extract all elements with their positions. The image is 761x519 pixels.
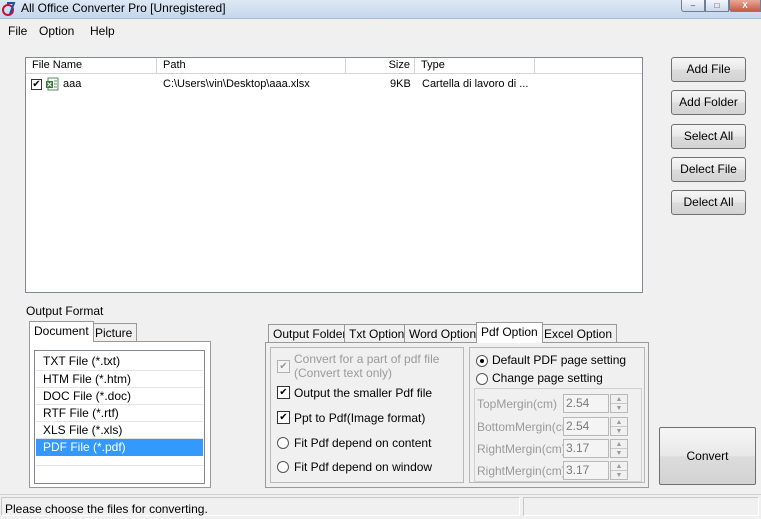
minimize-button[interactable]: – [681, 0, 705, 12]
change-page-radio[interactable] [476, 373, 488, 385]
bottom-margin-label: BottomMergin(cm) [477, 420, 576, 434]
delete-all-button[interactable]: Delect All [671, 190, 746, 215]
part-convert-label: Convert for a part of pdf file [294, 352, 440, 366]
column-header-type[interactable]: Type [415, 58, 535, 74]
minimize-icon: – [690, 1, 696, 10]
status-panel-main: Please choose the files for converting. [1, 497, 520, 516]
bottom-margin-input[interactable]: 2.54 [563, 417, 609, 436]
spin-down-icon[interactable]: ▼ [611, 404, 627, 413]
part-convert-sublabel: (Convert text only) [294, 366, 393, 380]
tab-excel-option[interactable]: Excel Option [539, 324, 618, 343]
fit-content-radio[interactable] [277, 437, 289, 449]
left-margin-input[interactable]: 3.17 [563, 461, 609, 480]
format-list[interactable]: TXT File (*.txt) HTM File (*.htm) DOC Fi… [34, 350, 205, 484]
status-bar: Please choose the files for converting. [0, 494, 761, 519]
excel-file-icon [46, 77, 59, 91]
right-margin-label: RightMergin(cm) [477, 442, 566, 456]
smaller-pdf-label: Output the smaller Pdf file [294, 386, 433, 400]
top-margin-stepper[interactable]: ▲ ▼ [610, 394, 628, 413]
smaller-pdf-checkbox[interactable]: ✔ [277, 386, 290, 399]
menu-bar: File Option Help [0, 21, 761, 41]
output-format-panel: TXT File (*.txt) HTM File (*.htm) DOC Fi… [29, 341, 211, 488]
column-header-path[interactable]: Path [157, 58, 346, 74]
pdf-option-panel: ✔ Convert for a part of pdf file (Conver… [265, 342, 649, 488]
margins-group: TopMergin(cm) 2.54 ▲ ▼ BottomMergin(cm) 2… [474, 388, 642, 482]
maximize-button[interactable]: □ [705, 0, 729, 12]
column-header-file-name[interactable]: File Name [26, 58, 157, 74]
default-page-radio[interactable] [476, 355, 488, 367]
spin-up-icon[interactable]: ▲ [611, 418, 627, 427]
right-margin-stepper[interactable]: ▲ ▼ [610, 439, 628, 458]
column-header-size[interactable]: Size [346, 58, 415, 74]
menu-file[interactable]: File [8, 24, 27, 38]
format-item-pdf[interactable]: PDF File (*.pdf) [36, 439, 203, 456]
spin-up-icon[interactable]: ▲ [611, 440, 627, 449]
file-name-cell: aaa [63, 78, 82, 90]
format-item-rtf[interactable]: RTF File (*.rtf) [36, 405, 203, 422]
format-item-xls[interactable]: XLS File (*.xls) [36, 422, 203, 439]
ppt-to-pdf-label: Ppt to Pdf(Image format) [294, 411, 426, 425]
tab-pdf-option[interactable]: Pdf Option [476, 322, 543, 343]
format-item-txt[interactable]: TXT File (*.txt) [36, 353, 203, 370]
tab-output-folder[interactable]: Output Folder [268, 324, 352, 343]
left-margin-stepper[interactable]: ▲ ▼ [610, 461, 628, 480]
bottom-margin-stepper[interactable]: ▲ ▼ [610, 417, 628, 436]
row-checkbox[interactable]: ✔ [31, 79, 42, 90]
change-page-label: Change page setting [492, 371, 603, 385]
file-list[interactable]: File Name Path Size Type ✔ aaa C:\Users\… [25, 57, 643, 293]
status-text: Please choose the files for converting. [5, 502, 208, 516]
tab-picture[interactable]: Picture [90, 323, 138, 342]
file-path-cell: C:\Users\vin\Desktop\aaa.xlsx [163, 78, 310, 90]
maximize-icon: □ [714, 1, 720, 10]
spin-down-icon[interactable]: ▼ [611, 449, 627, 458]
fit-content-label: Fit Pdf depend on content [294, 436, 432, 450]
tab-word-option[interactable]: Word Option [404, 324, 482, 343]
close-icon: X [742, 1, 748, 10]
page-setting-group: Default PDF page setting Change page set… [469, 347, 645, 483]
format-item-doc[interactable]: DOC File (*.doc) [36, 388, 203, 405]
part-convert-checkbox[interactable]: ✔ [277, 360, 290, 373]
fit-window-radio[interactable] [277, 461, 289, 473]
delete-file-button[interactable]: Delect File [671, 157, 746, 182]
top-margin-input[interactable]: 2.54 [563, 394, 609, 413]
file-type-cell: Cartella di lavoro di ... [422, 78, 529, 90]
add-folder-button[interactable]: Add Folder [671, 90, 746, 115]
window-controls: – □ X [681, 0, 761, 12]
tab-txt-option[interactable]: Txt Option [344, 324, 410, 343]
spin-up-icon[interactable]: ▲ [611, 395, 627, 404]
table-row[interactable]: ✔ aaa C:\Users\vin\Desktop\aaa.xlsx 9KB … [26, 76, 642, 93]
output-format-label: Output Format [26, 304, 104, 318]
default-page-label: Default PDF page setting [492, 353, 627, 367]
convert-button[interactable]: Convert [659, 427, 756, 485]
menu-help[interactable]: Help [90, 24, 115, 38]
spin-down-icon[interactable]: ▼ [611, 427, 627, 436]
spin-up-icon[interactable]: ▲ [611, 462, 627, 471]
spin-down-icon[interactable]: ▼ [611, 471, 627, 480]
title-bar: All Office Converter Pro [Unregistered] … [0, 0, 761, 19]
menu-option[interactable]: Option [39, 24, 74, 38]
fit-window-label: Fit Pdf depend on window [294, 460, 433, 474]
select-all-button[interactable]: Select All [671, 124, 746, 149]
list-divider [36, 465, 203, 466]
right-margin-input[interactable]: 3.17 [563, 439, 609, 458]
file-list-header: File Name Path Size Type [26, 58, 642, 74]
tab-document[interactable]: Document [29, 321, 94, 342]
file-size-cell: 9KB [390, 78, 411, 90]
ppt-to-pdf-checkbox[interactable]: ✔ [277, 411, 290, 424]
left-margin-label: RightMergin(cm) [477, 464, 566, 478]
pdf-options-group: ✔ Convert for a part of pdf file (Conver… [270, 347, 464, 483]
window-title: All Office Converter Pro [Unregistered] [21, 1, 226, 15]
close-button[interactable]: X [729, 0, 761, 12]
app-logo-icon [2, 2, 16, 16]
top-margin-label: TopMergin(cm) [477, 397, 558, 411]
format-item-htm[interactable]: HTM File (*.htm) [36, 371, 203, 388]
add-file-button[interactable]: Add File [671, 57, 746, 82]
status-panel-secondary [523, 497, 759, 516]
